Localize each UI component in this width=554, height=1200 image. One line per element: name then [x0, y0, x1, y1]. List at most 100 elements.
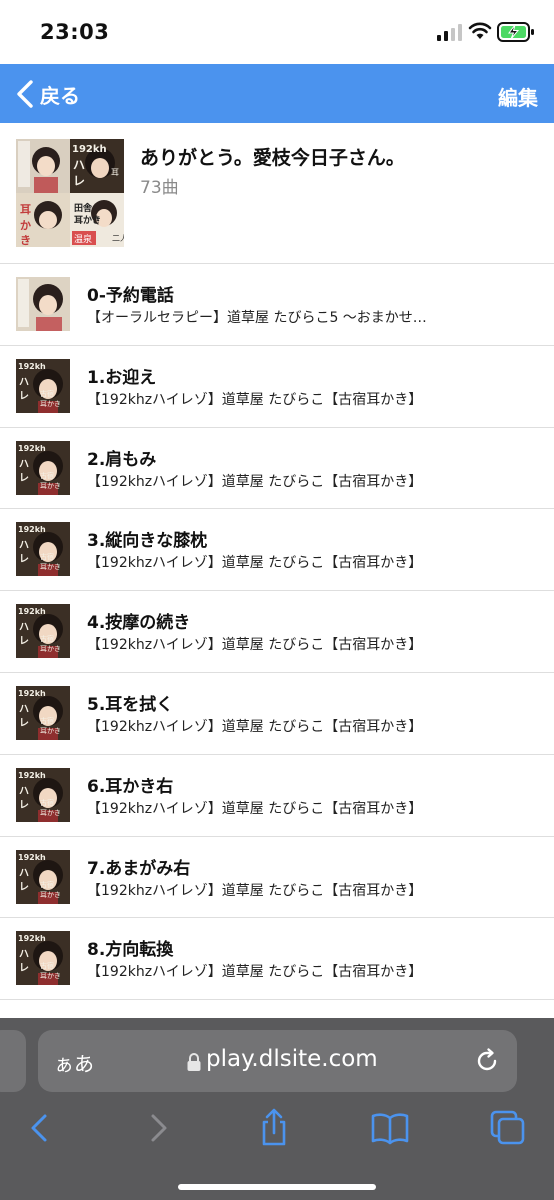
track-subtitle: 【192khzハイレゾ】道草屋 たびらこ【古宿耳かき】: [87, 882, 423, 899]
track-subtitle: 【192khzハイレゾ】道草屋 たびらこ【古宿耳かき】: [87, 391, 423, 408]
svg-text:ハ: ハ: [19, 622, 29, 633]
svg-text:耳: 耳: [111, 168, 119, 177]
svg-text:ハ: ハ: [19, 540, 29, 551]
svg-text:ハ: ハ: [19, 377, 29, 388]
status-bar: 23:03: [0, 0, 554, 64]
track-subtitle: 【192khzハイレゾ】道草屋 たびらこ【古宿耳かき】: [87, 473, 423, 490]
svg-text:古宿: 古宿: [40, 389, 54, 398]
svg-text:レ: レ: [19, 718, 29, 729]
back-button[interactable]: 戻る: [16, 76, 80, 112]
svg-text:ハ: ハ: [73, 158, 85, 172]
svg-text:耳: 耳: [20, 203, 31, 216]
svg-text:耳かき: 耳かき: [40, 891, 61, 899]
lock-icon: [186, 1052, 202, 1072]
svg-text:耳かき: 耳かき: [40, 809, 61, 817]
track-artwork: 192kh ハレ 古宿耳かき: [16, 358, 70, 413]
track-subtitle: 【192khzハイレゾ】道草屋 たびらこ【古宿耳かき】: [87, 964, 423, 981]
back-label: 戻る: [40, 83, 80, 108]
track-row[interactable]: 192kh ハレ 古宿 耳かき 2.肩もみ 【192khzハイレゾ】道草屋 たびらこ【古宿…: [0, 428, 554, 510]
back-icon[interactable]: [20, 1108, 60, 1148]
svg-text:ハ: ハ: [19, 459, 29, 470]
track-row[interactable]: 192kh ハレ 古宿耳かき 1.お迎え【192khzハイレゾ】道草屋 たびらこ【古宿…: [0, 346, 554, 428]
url-text[interactable]: play.dlsite.com: [206, 1046, 378, 1072]
share-icon[interactable]: [254, 1108, 294, 1148]
thumb-badge-text: 192kh: [18, 525, 46, 534]
svg-text:レ: レ: [19, 882, 29, 893]
track-subtitle: 【オーラルセラピー】道草屋 たびらこ5 〜おまかせ…: [87, 310, 427, 326]
svg-text:レ: レ: [19, 554, 29, 565]
svg-text:ハ: ハ: [19, 786, 29, 797]
forward-icon[interactable]: [138, 1108, 178, 1148]
svg-text:耳かき: 耳かき: [40, 400, 61, 408]
svg-text:古宿: 古宿: [40, 798, 54, 807]
track-artwork: 192kh ハレ 古宿 耳かき: [16, 604, 70, 659]
svg-text:耳かき: 耳かき: [40, 645, 61, 653]
svg-text:古宿: 古宿: [40, 471, 54, 480]
track-title: 1.お迎え: [87, 367, 157, 388]
battery-charging-icon: [497, 22, 535, 42]
thumb-badge-text: 192kh: [18, 853, 46, 862]
tabs-icon[interactable]: [488, 1108, 528, 1148]
track-row[interactable]: 192kh ハレ 古宿 耳かき 5.耳を拭く 【192khzハイレゾ】道草屋 たびらこ【古…: [0, 673, 554, 755]
thumb-badge-text: 192kh: [18, 444, 46, 453]
svg-text:田舎: 田舎: [74, 202, 93, 214]
svg-text:か: か: [20, 219, 31, 232]
album-cover[interactable]: 192kh ハ レ 耳 耳 か き 田舎 耳かき 温泉 二人: [16, 139, 124, 247]
text-size-button[interactable]: ぁあ: [54, 1048, 94, 1077]
home-indicator: [178, 1184, 376, 1190]
album-header: 192kh ハ レ 耳 耳 か き 田舎 耳かき 温泉 二人: [0, 123, 554, 264]
address-bar[interactable]: ぁあ play.dlsite.com: [38, 1030, 517, 1092]
wifi-icon: [468, 21, 492, 41]
track-subtitle: 【192khzハイレゾ】道草屋 たびらこ【古宿耳かき】: [87, 800, 423, 817]
svg-text:耳かき: 耳かき: [40, 482, 61, 490]
svg-text:古宿: 古宿: [40, 634, 54, 643]
track-list: 0-予約電話 【オーラルセラピー】道草屋 たびらこ5 〜おまかせ… 192kh ハレ古…: [0, 264, 554, 1001]
edit-button[interactable]: 編集: [498, 82, 538, 111]
reload-icon[interactable]: [473, 1047, 501, 1075]
svg-text:レ: レ: [19, 391, 29, 402]
track-row[interactable]: 192kh ハレ 古宿 耳かき 7.あまがみ右 【192khzハイレゾ】道草屋 たびらこ【…: [0, 837, 554, 919]
svg-text:二人: 二人: [112, 234, 124, 243]
track-title: 6.耳かき右: [87, 776, 174, 797]
album-title: ありがとう。愛枝今日子さん。: [140, 147, 405, 169]
track-artwork: [16, 277, 70, 331]
bookmarks-icon[interactable]: [370, 1108, 410, 1148]
svg-text:耳かき: 耳かき: [74, 215, 101, 226]
track-row[interactable]: 192kh ハレ 古宿 耳かき 8.方向転換 【192khzハイレゾ】道草屋 たびらこ【古…: [0, 918, 554, 1001]
svg-text:古宿: 古宿: [40, 961, 54, 970]
track-row[interactable]: 192kh ハレ 古宿 耳かき 4.按摩の続き 【192khzハイレゾ】道草屋 たびらこ【…: [0, 591, 554, 673]
svg-text:古宿: 古宿: [40, 716, 54, 725]
svg-text:レ: レ: [19, 800, 29, 811]
track-row[interactable]: 192kh ハレ 古宿 耳かき 3.縦向きな膝枕 【192khzハイレゾ】道草屋 たびらこ…: [0, 509, 554, 592]
thumb-badge-text: 192kh: [18, 689, 46, 698]
svg-text:レ: レ: [19, 963, 29, 974]
status-time: 23:03: [40, 20, 110, 44]
track-count: 73曲: [140, 178, 179, 198]
track-title: 0-予約電話: [87, 286, 174, 306]
track-title: 3.縦向きな膝枕: [87, 531, 208, 552]
svg-text:レ: レ: [73, 174, 85, 188]
previous-tab-preview[interactable]: [0, 1030, 26, 1092]
svg-text:ハ: ハ: [19, 868, 29, 879]
svg-text:192kh: 192kh: [72, 144, 107, 155]
svg-text:古宿: 古宿: [40, 880, 54, 889]
svg-text:ハ: ハ: [19, 949, 29, 960]
track-artwork: 192kh ハレ 古宿 耳かき: [16, 522, 70, 577]
thumb-badge-text: 192kh: [18, 362, 46, 371]
track-artwork: 192kh ハレ 古宿 耳かき: [16, 440, 70, 495]
track-artwork: 192kh ハレ 古宿 耳かき: [16, 931, 70, 986]
svg-text:温泉: 温泉: [74, 233, 92, 245]
browser-toolbar: ぁあ play.dlsite.com: [0, 1018, 554, 1200]
track-artwork: 192kh ハレ 古宿 耳かき: [16, 685, 70, 740]
track-subtitle: 【192khzハイレゾ】道草屋 たびらこ【古宿耳かき】: [87, 555, 423, 572]
track-title: 4.按摩の続き: [87, 613, 191, 634]
chevron-left-icon: [16, 80, 34, 108]
svg-text:耳かき: 耳かき: [40, 972, 61, 980]
svg-text:ハ: ハ: [19, 704, 29, 715]
track-row[interactable]: 192kh ハレ 古宿 耳かき 6.耳かき右 【192khzハイレゾ】道草屋 たびらこ【古…: [0, 755, 554, 837]
thumb-badge-text: 192kh: [18, 607, 46, 616]
track-row[interactable]: 0-予約電話【オーラルセラピー】道草屋 たびらこ5 〜おまかせ…: [0, 264, 554, 346]
navigation-bar: 戻る 編集: [0, 64, 554, 123]
cellular-signal-icon: [437, 24, 463, 41]
track-subtitle: 【192khzハイレゾ】道草屋 たびらこ【古宿耳かき】: [87, 718, 423, 735]
